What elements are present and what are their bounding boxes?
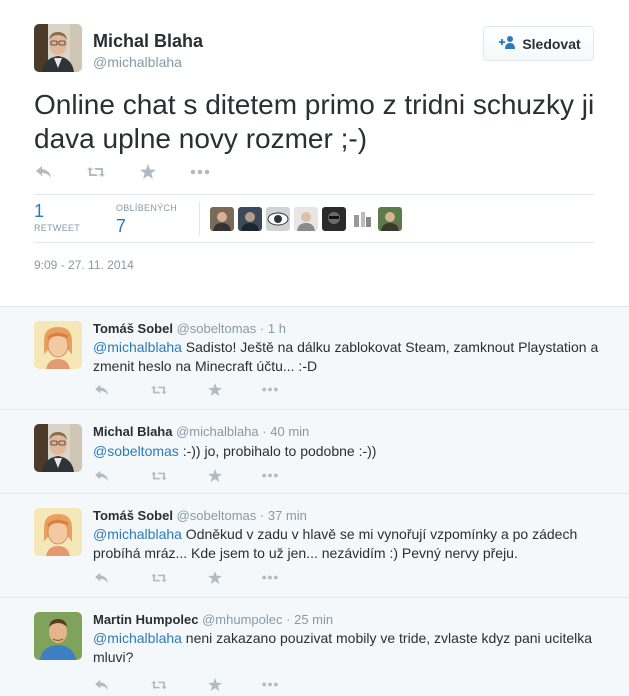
reply-actions xyxy=(93,469,279,482)
stats-divider-bottom xyxy=(34,242,594,243)
reply-author-name[interactable]: Tomáš Sobel xyxy=(93,321,173,336)
reply-author-handle[interactable]: @mhumpolec xyxy=(202,612,282,627)
favoriter-avatar[interactable] xyxy=(350,207,374,231)
reply-icon[interactable] xyxy=(34,165,54,179)
reply-separator: · xyxy=(259,508,265,523)
reply-author-handle[interactable]: @sobeltomas xyxy=(177,508,257,523)
reply-item: Martin Humpolec @mhumpolec · 25 min @mic… xyxy=(0,598,629,696)
more-icon[interactable] xyxy=(261,575,279,580)
reply-mention[interactable]: @michalblaha xyxy=(93,526,182,542)
reply-header: Tomáš Sobel @sobeltomas · 1 h xyxy=(93,321,286,336)
follow-person-icon xyxy=(496,35,516,52)
retweet-icon[interactable] xyxy=(149,679,169,691)
stats-divider-top xyxy=(34,194,594,195)
author-avatar[interactable] xyxy=(34,24,82,72)
favoriter-avatar[interactable] xyxy=(294,207,318,231)
reply-author-name[interactable]: Michal Blaha xyxy=(93,424,172,439)
reply-separator: · xyxy=(286,612,291,627)
reply-time[interactable]: 25 min xyxy=(294,612,333,627)
reply-actions xyxy=(93,571,279,584)
favoriter-avatar[interactable] xyxy=(378,207,402,231)
reply-item: Michal Blaha @michalblaha · 40 min @sobe… xyxy=(0,410,629,494)
follow-button[interactable]: Sledovat xyxy=(483,26,594,61)
favoriters-avatars xyxy=(210,207,402,231)
favoriter-avatar[interactable] xyxy=(322,207,346,231)
favorite-icon[interactable] xyxy=(207,383,223,396)
more-icon[interactable] xyxy=(190,169,210,175)
author-handle[interactable]: @michalblaha xyxy=(93,54,182,70)
favorite-icon[interactable] xyxy=(207,678,223,691)
replies-list: Tomáš Sobel @sobeltomas · 1 h @michalbla… xyxy=(0,306,629,696)
retweet-count[interactable]: 1 xyxy=(34,201,44,222)
favorites-label: OBLÍBENÝCH xyxy=(116,203,178,213)
reply-icon[interactable] xyxy=(93,470,111,482)
reply-mention[interactable]: @sobeltomas xyxy=(93,443,179,459)
stats-separator xyxy=(199,202,200,236)
reply-time[interactable]: 40 min xyxy=(270,424,309,439)
reply-header: Michal Blaha @michalblaha · 40 min xyxy=(93,424,309,439)
tweet-actions xyxy=(34,164,210,179)
reply-icon[interactable] xyxy=(93,384,111,396)
retweet-icon[interactable] xyxy=(86,165,106,179)
follow-button-label: Sledovat xyxy=(522,35,581,52)
retweet-icon[interactable] xyxy=(149,572,169,584)
reply-author-name[interactable]: Tomáš Sobel xyxy=(93,508,173,523)
reply-author-handle[interactable]: @michalblaha xyxy=(176,424,259,439)
tweet-text: Online chat s ditetem primo z tridni sch… xyxy=(34,89,595,154)
reply-text: @michalblaha Odněkud v zadu v hlavě se m… xyxy=(93,525,603,563)
reply-text: @michalblaha Sadisto! Ještě na dálku zab… xyxy=(93,338,603,376)
reply-icon[interactable] xyxy=(93,572,111,584)
favorites-count[interactable]: 7 xyxy=(116,216,126,237)
favorite-icon[interactable] xyxy=(207,469,223,482)
more-icon[interactable] xyxy=(261,387,279,392)
reply-icon[interactable] xyxy=(93,679,111,691)
favoriter-avatar[interactable] xyxy=(266,207,290,231)
reply-avatar[interactable] xyxy=(34,424,82,472)
reply-text: @sobeltomas :-)) jo, probihalo to podobn… xyxy=(93,442,603,461)
reply-avatar[interactable] xyxy=(34,321,82,369)
reply-actions xyxy=(93,678,279,691)
reply-avatar[interactable] xyxy=(34,612,82,660)
retweet-icon[interactable] xyxy=(149,384,169,396)
reply-separator: · xyxy=(259,321,265,336)
tweet-timestamp[interactable]: 9:09 - 27. 11. 2014 xyxy=(34,258,134,272)
reply-mention[interactable]: @michalblaha xyxy=(93,630,182,646)
reply-header: Martin Humpolec @mhumpolec · 25 min xyxy=(93,612,333,627)
reply-item: Tomáš Sobel @sobeltomas · 37 min @michal… xyxy=(0,494,629,598)
reply-time[interactable]: 1 h xyxy=(268,321,286,336)
reply-actions xyxy=(93,383,279,396)
reply-author-handle[interactable]: @sobeltomas xyxy=(177,321,257,336)
retweet-label: RETWEET xyxy=(34,223,81,233)
favorite-icon[interactable] xyxy=(207,571,223,584)
favoriter-avatar[interactable] xyxy=(210,207,234,231)
more-icon[interactable] xyxy=(261,473,279,478)
favorite-icon[interactable] xyxy=(138,164,158,179)
reply-author-name[interactable]: Martin Humpolec xyxy=(93,612,198,627)
reply-text: @michalblaha neni zakazano pouzivat mobi… xyxy=(93,629,603,667)
reply-separator: · xyxy=(262,424,267,439)
reply-mention[interactable]: @michalblaha xyxy=(93,339,182,355)
reply-header: Tomáš Sobel @sobeltomas · 37 min xyxy=(93,508,307,523)
author-name[interactable]: Michal Blaha xyxy=(93,31,203,52)
reply-item: Tomáš Sobel @sobeltomas · 1 h @michalbla… xyxy=(0,307,629,410)
reply-time[interactable]: 37 min xyxy=(268,508,307,523)
favoriter-avatar[interactable] xyxy=(238,207,262,231)
reply-body: :-)) jo, probihalo to podobne :-)) xyxy=(178,443,377,459)
retweet-icon[interactable] xyxy=(149,470,169,482)
main-tweet: Michal Blaha @michalblaha Sledovat Onlin… xyxy=(0,0,629,306)
reply-avatar[interactable] xyxy=(34,508,82,556)
more-icon[interactable] xyxy=(261,682,279,687)
